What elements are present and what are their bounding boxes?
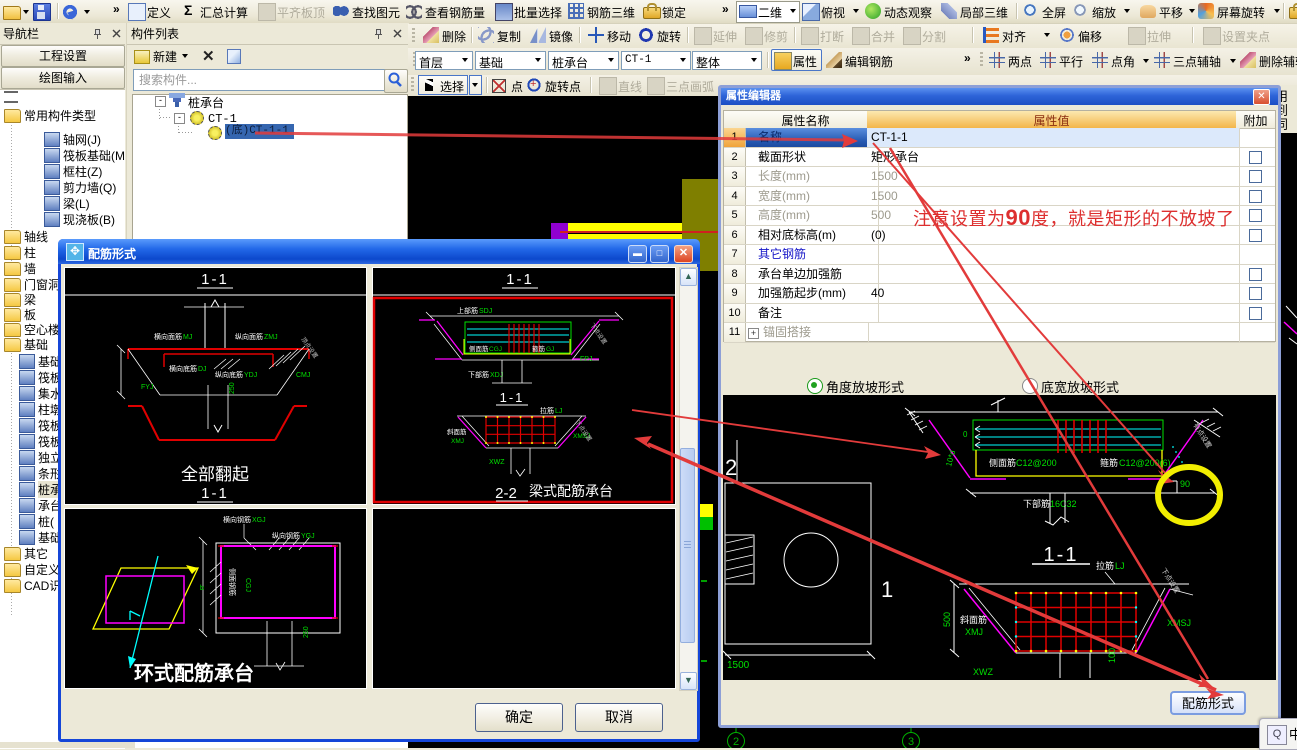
svg-text:C12@200: C12@200: [1016, 458, 1057, 468]
svg-text:CGJ: CGJ: [489, 346, 502, 353]
svg-text:0: 0: [963, 430, 968, 439]
svg-text:FPJ: FPJ: [580, 356, 592, 363]
svg-text:C12@200(6): C12@200(6): [1119, 458, 1171, 468]
svg-text:YDJ: YDJ: [244, 372, 257, 379]
svg-text:下点设置: 下点设置: [1159, 566, 1181, 595]
svg-text:拉筋: 拉筋: [1096, 560, 1114, 571]
svg-text:箍筋: 箍筋: [532, 344, 546, 353]
svg-text:侧面钢筋: 侧面钢筋: [228, 568, 237, 596]
svg-text:500: 500: [942, 612, 952, 627]
svg-text:环式配筋承台: 环式配筋承台: [134, 661, 254, 685]
svg-text:LJ: LJ: [555, 408, 562, 415]
svg-text:横向底筋: 横向底筋: [169, 364, 197, 373]
svg-text:2-2: 2-2: [495, 485, 517, 502]
svg-text:1: 1: [881, 577, 893, 602]
svg-text:250: 250: [229, 382, 236, 394]
svg-text:纵向面筋: 纵向面筋: [235, 332, 263, 341]
svg-text:1-1: 1-1: [1044, 544, 1079, 566]
svg-text:100: 100: [1107, 648, 1117, 663]
svg-text:1-1: 1-1: [201, 485, 229, 502]
svg-text:CGJ: CGJ: [244, 578, 251, 592]
svg-text:1-1: 1-1: [506, 271, 534, 288]
svg-text:拉筋: 拉筋: [540, 406, 554, 415]
svg-text:3: 3: [908, 736, 914, 748]
svg-text:XMSJ: XMSJ: [1167, 618, 1191, 628]
svg-text:横向面筋: 横向面筋: [154, 332, 182, 341]
svg-text:梁式配筋承台: 梁式配筋承台: [529, 483, 613, 499]
svg-text:XMJ: XMJ: [451, 438, 464, 445]
svg-text:16C32: 16C32: [1050, 499, 1077, 509]
svg-text:下部筋: 下部筋: [1023, 498, 1050, 509]
svg-text:斜面筋: 斜面筋: [447, 427, 467, 436]
svg-text:下部筋: 下部筋: [468, 370, 489, 379]
svg-text:CMJ: CMJ: [296, 372, 310, 379]
svg-text:箍筋: 箍筋: [1100, 457, 1118, 468]
svg-text:纵向底筋: 纵向底筋: [215, 370, 243, 379]
svg-text:1-1: 1-1: [500, 390, 525, 405]
svg-text:XDJ: XDJ: [490, 372, 503, 379]
svg-text:DJ: DJ: [198, 366, 207, 373]
svg-text:1500: 1500: [727, 660, 750, 671]
svg-text:1-1: 1-1: [201, 271, 229, 288]
svg-text:纵向钢筋: 纵向钢筋: [272, 531, 300, 540]
svg-text:侧面筋: 侧面筋: [469, 344, 489, 353]
svg-text:LJ: LJ: [1115, 561, 1125, 571]
svg-text:横向钢筋: 横向钢筋: [223, 515, 251, 524]
svg-text:b: b: [200, 585, 204, 592]
svg-text:2: 2: [733, 736, 739, 748]
svg-text:GJ: GJ: [546, 346, 554, 353]
svg-text:侧面筋: 侧面筋: [989, 457, 1016, 468]
svg-text:XMJ: XMJ: [965, 627, 983, 637]
svg-text:MJ: MJ: [183, 334, 192, 341]
svg-text:SDJ: SDJ: [479, 308, 492, 315]
svg-text:XWZ: XWZ: [489, 459, 505, 466]
svg-text:90: 90: [1180, 479, 1190, 489]
svg-text:250: 250: [303, 626, 310, 638]
svg-text:ZMJ: ZMJ: [264, 334, 278, 341]
svg-text:斜面筋: 斜面筋: [960, 614, 987, 625]
svg-text:XGJ: XGJ: [252, 517, 266, 524]
svg-text:下点设置: 下点设置: [588, 322, 608, 346]
svg-text:2: 2: [725, 455, 737, 480]
svg-text:全部翻起: 全部翻起: [181, 465, 249, 484]
svg-text:10*d: 10*d: [944, 449, 957, 467]
svg-text:FYJ: FYJ: [141, 384, 153, 391]
svg-text:XWZ: XWZ: [973, 667, 993, 677]
svg-text:上部筋: 上部筋: [457, 306, 478, 315]
